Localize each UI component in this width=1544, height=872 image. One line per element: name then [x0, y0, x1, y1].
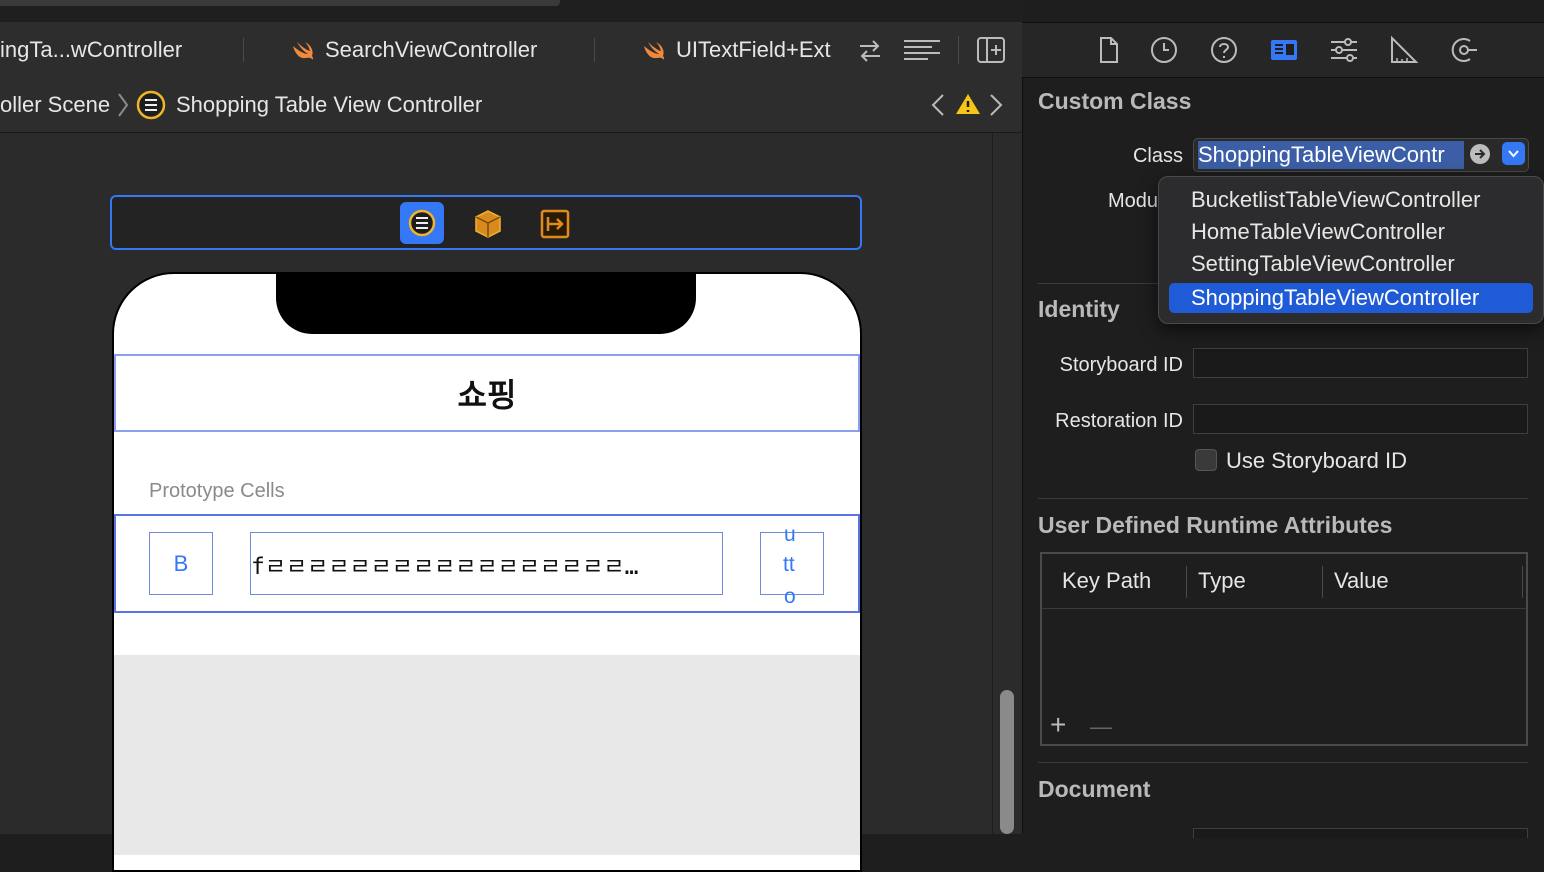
cell-left-button-label: B	[173, 550, 189, 576]
remove-attribute-button[interactable]: —	[1090, 712, 1112, 742]
prototype-cells-label: Prototype Cells	[149, 480, 285, 502]
class-input-value: ShoppingTableViewContr	[1198, 142, 1445, 167]
breadcrumb-chevron-icon	[118, 93, 129, 117]
cell-right-button-line: o	[784, 585, 796, 608]
table-header-divider	[1042, 608, 1526, 609]
class-suggestions-popup: BucketlistTableViewController HomeTableV…	[1158, 176, 1544, 324]
swap-arrows-icon[interactable]	[856, 38, 884, 64]
navigation-bar[interactable]: 쇼핑	[114, 354, 860, 432]
tab-label: SearchViewController	[325, 37, 538, 62]
add-attribute-button[interactable]: +	[1050, 710, 1066, 740]
editor-options-icon[interactable]	[902, 38, 942, 64]
table-view-controller-icon	[136, 90, 166, 120]
next-issue-icon[interactable]	[988, 93, 1004, 117]
column-value[interactable]: Value	[1334, 568, 1389, 594]
cell-text-field[interactable]: fㄹㄹㄹㄹㄹㄹㄹㄹㄹㄹㄹㄹㄹㄹㄹㄹㄹ…	[250, 532, 723, 595]
tab-search-view-controller[interactable]: SearchViewController	[291, 22, 537, 78]
cell-right-button-line: u	[784, 523, 796, 546]
popup-item-selected[interactable]: ShoppingTableViewController	[1169, 283, 1533, 313]
file-inspector-icon[interactable]	[1092, 35, 1124, 65]
storyboard-id-field[interactable]	[1193, 348, 1528, 378]
attributes-inspector-icon[interactable]	[1328, 35, 1360, 65]
document-header: Document	[1038, 776, 1151, 802]
table-view-controller-icon	[408, 209, 436, 237]
cell-left-button[interactable]: B	[149, 532, 213, 595]
use-storyboard-id-label: Use Storyboard ID	[1226, 448, 1407, 473]
custom-class-header: Custom Class	[1038, 88, 1192, 114]
tab-shopping-controller[interactable]: ingTa...wController	[0, 22, 182, 78]
class-label: Class	[1132, 145, 1183, 167]
column-key-path[interactable]: Key Path	[1062, 568, 1151, 594]
size-inspector-icon[interactable]	[1388, 35, 1420, 65]
inspector-top-strip	[1022, 0, 1544, 23]
module-label: Modu	[1107, 190, 1158, 212]
column-separator	[1322, 566, 1323, 598]
chevron-down-icon	[1508, 150, 1519, 158]
breadcrumb-controller[interactable]: Shopping Table View Controller	[176, 78, 482, 132]
history-inspector-icon[interactable]	[1148, 35, 1180, 65]
tab-separator	[243, 38, 244, 62]
restoration-id-label: Restoration ID	[1055, 410, 1183, 432]
popup-item[interactable]: BucketlistTableViewController	[1169, 185, 1533, 215]
column-separator	[1186, 566, 1187, 598]
tab-separator	[594, 38, 595, 62]
cell-right-button-line: tt	[783, 553, 795, 576]
section-divider	[1038, 762, 1528, 763]
quick-help-icon[interactable]	[1208, 35, 1240, 65]
swift-file-icon	[293, 42, 314, 60]
section-divider	[1038, 498, 1528, 499]
arrow-right-icon	[1475, 149, 1486, 159]
column-separator	[1522, 566, 1523, 598]
popup-item-label: HomeTableViewController	[1191, 219, 1445, 244]
breadcrumb-scene-label: oller Scene	[0, 92, 111, 117]
restoration-id-field[interactable]	[1193, 404, 1528, 434]
class-input[interactable]: ShoppingTableViewContr	[1198, 141, 1464, 169]
popup-item[interactable]: SettingTableViewController	[1169, 249, 1533, 279]
warning-icon[interactable]	[955, 92, 981, 116]
popup-item-label: SettingTableViewController	[1191, 251, 1455, 276]
column-type[interactable]: Type	[1198, 568, 1246, 594]
identity-header: Identity	[1038, 296, 1120, 322]
inspector-selector-bar	[1022, 23, 1544, 78]
use-storyboard-id-checkbox[interactable]	[1195, 449, 1217, 471]
scene-dock[interactable]	[110, 195, 862, 250]
document-field[interactable]	[1193, 828, 1528, 838]
identity-inspector-icon[interactable]	[1268, 35, 1300, 65]
swift-file-icon	[644, 42, 665, 60]
popup-item[interactable]: HomeTableViewController	[1169, 217, 1533, 247]
nav-title: 쇼핑	[457, 377, 517, 413]
cell-right-button[interactable]: u tt o	[760, 523, 824, 608]
tab-label: UITextField+Ext	[676, 37, 831, 62]
runtime-attributes-header: User Defined Runtime Attributes	[1038, 512, 1393, 538]
table-empty-area	[114, 655, 860, 855]
editor-tab-bar: ingTa...wController SearchViewController…	[0, 22, 1022, 79]
breadcrumb-controller-label: Shopping Table View Controller	[176, 92, 483, 117]
canvas-scrollbar-thumb[interactable]	[1000, 690, 1014, 834]
connections-inspector-icon[interactable]	[1448, 35, 1480, 65]
previous-issue-icon[interactable]	[930, 93, 946, 117]
tab-label: ingTa...wController	[0, 37, 183, 62]
tab-uitextfield-ext[interactable]: UITextField+Ext	[642, 22, 831, 78]
window-top-strip	[0, 0, 1022, 23]
first-responder-icon[interactable]	[474, 209, 502, 239]
navigate-to-class-button[interactable]	[1470, 144, 1490, 164]
breadcrumb-scene[interactable]: oller Scene	[0, 78, 110, 132]
jump-bar: oller Scene Shopping Table View Controll…	[0, 78, 1022, 133]
exit-icon[interactable]	[540, 209, 570, 239]
dock-controller-button[interactable]	[400, 202, 444, 244]
popup-item-label: BucketlistTableViewController	[1191, 187, 1481, 212]
add-editor-icon[interactable]	[976, 36, 1006, 64]
cell-text-field-value: fㄹㄹㄹㄹㄹㄹㄹㄹㄹㄹㄹㄹㄹㄹㄹㄹㄹ…	[251, 553, 639, 580]
popup-item-label: ShoppingTableViewController	[1191, 285, 1480, 310]
storyboard-id-label: Storyboard ID	[1059, 354, 1183, 376]
class-dropdown-button[interactable]	[1502, 142, 1525, 165]
device-notch	[276, 272, 696, 334]
